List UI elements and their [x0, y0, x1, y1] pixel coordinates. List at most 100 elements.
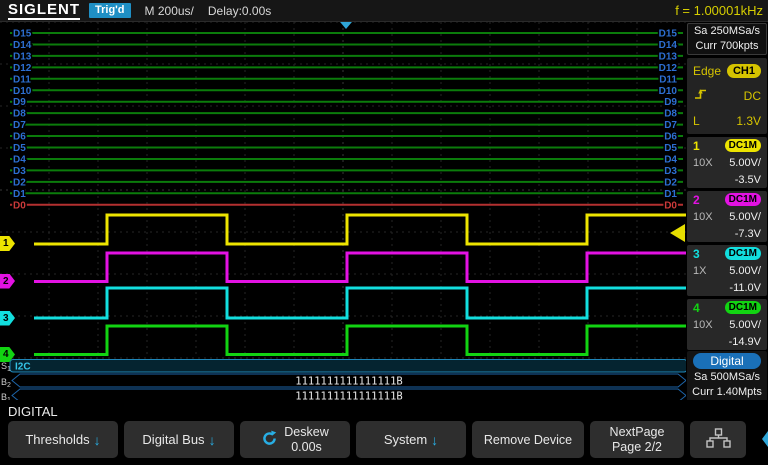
channel4-number: 4 [693, 301, 700, 315]
channel2-coupling-badge: DC1M [725, 193, 761, 206]
analog-trace-ch3 [34, 288, 686, 318]
channel1-info-box[interactable]: 1 DC1M 10X 5.00V/ -3.5V [687, 137, 767, 188]
digital-channel-label-right-D0[interactable]: D0 [664, 200, 677, 211]
remove-device-label: Remove Device [484, 433, 572, 447]
menu-title: DIGITAL [8, 404, 58, 419]
oscilloscope-screen: D15D15D14D14D13D13D12D12D11D11D10D10D9D9… [0, 0, 768, 465]
serial-decode-bar[interactable] [10, 360, 686, 373]
digital-channel-label-right-D14[interactable]: D14 [659, 40, 678, 51]
digital-channel-label-right-D10[interactable]: D10 [659, 86, 678, 97]
bottom-menu: DIGITAL Thresholds ↓ Digital Bus ↓ Deske… [0, 400, 768, 465]
sample-rate-readout: Sa 250MSa/s [688, 24, 766, 39]
digital-channel-label-right-D8[interactable]: D8 [664, 109, 677, 120]
menu-button-digital-bus[interactable]: Digital Bus ↓ [124, 421, 234, 458]
chevron-down-icon: ↓ [431, 432, 438, 448]
memory-depth-readout: Curr 700kpts [688, 39, 766, 54]
menu-button-remove-device[interactable]: Remove Device [472, 421, 584, 458]
network-icon [705, 428, 732, 451]
channel4-coupling-badge: DC1M [725, 301, 761, 314]
channel3-number: 3 [693, 247, 700, 261]
channel4-scale: 5.00V/ [729, 319, 761, 331]
menu-button-system[interactable]: System ↓ [356, 421, 466, 458]
timebase-readout[interactable]: M 200us/ [145, 4, 194, 18]
digital-channel-label-left-D9[interactable]: D9 [13, 97, 26, 108]
bus-marker-B2: B2 [1, 377, 11, 389]
trigger-type-label: Edge [693, 64, 721, 78]
digital-badge: Digital [693, 353, 761, 369]
top-bar: SIGLENT Trig'd M 200us/ Delay:0.00s f = … [0, 0, 768, 22]
delay-readout[interactable]: Delay:0.00s [208, 4, 271, 18]
nextpage-value: Page 2/2 [612, 440, 662, 455]
acquisition-info-box: Sa 250MSa/s Curr 700kpts [687, 23, 767, 55]
digital-channel-label-right-D9[interactable]: D9 [664, 97, 677, 108]
digital-channel-label-left-D8[interactable]: D8 [13, 109, 26, 120]
digital-channel-label-left-D14[interactable]: D14 [13, 40, 32, 51]
digital-channel-label-left-D0[interactable]: D0 [13, 200, 26, 211]
menu-button-deskew[interactable]: Deskew 0.00s [240, 421, 350, 458]
channel1-attenuation: 10X [693, 157, 713, 169]
digital-channel-label-left-D11[interactable]: D11 [13, 74, 31, 85]
menu-more-indicator[interactable] [762, 431, 768, 447]
digital-channel-label-left-D4[interactable]: D4 [13, 154, 26, 165]
digital-channel-label-right-D11[interactable]: D11 [659, 74, 677, 85]
digital-channel-label-right-D7[interactable]: D7 [664, 120, 677, 131]
trigger-coupling-label: DC [744, 89, 761, 103]
digital-channel-label-right-D12[interactable]: D12 [659, 63, 678, 74]
digital-channel-label-right-D2[interactable]: D2 [664, 177, 677, 188]
digital-bus-label: Digital Bus [142, 432, 204, 447]
digital-channel-label-right-D15[interactable]: D15 [659, 29, 678, 40]
system-label: System [384, 432, 427, 447]
menu-button-thresholds[interactable]: Thresholds ↓ [8, 421, 118, 458]
analog-trace-ch2 [34, 253, 686, 282]
digital-channel-label-left-D2[interactable]: D2 [13, 177, 26, 188]
channel4-attenuation: 10X [693, 319, 713, 331]
deskew-value: 0.00s [291, 440, 322, 455]
digital-channel-label-right-D4[interactable]: D4 [664, 154, 677, 165]
channel4-offset: -14.9V [729, 336, 761, 348]
channel1-number: 1 [693, 139, 700, 153]
digital-channel-label-left-D15[interactable]: D15 [13, 29, 32, 40]
digital-channel-label-right-D1[interactable]: D1 [664, 189, 677, 200]
channel3-coupling-badge: DC1M [725, 247, 761, 260]
channel2-offset: -7.3V [735, 228, 761, 240]
digital-channel-label-left-D3[interactable]: D3 [13, 166, 26, 177]
digital-channel-label-right-D6[interactable]: D6 [664, 132, 677, 143]
digital-channel-label-left-D13[interactable]: D13 [13, 51, 32, 62]
channel3-attenuation: 1X [693, 265, 706, 277]
digital-channel-label-right-D5[interactable]: D5 [664, 143, 677, 154]
channel3-scale: 5.00V/ [729, 265, 761, 277]
trigger-info-box[interactable]: Edge CH1 DC L 1.3V [687, 58, 767, 134]
channel1-coupling-badge: DC1M [725, 139, 761, 152]
thresholds-label: Thresholds [25, 432, 89, 447]
digital-channel-label-left-D6[interactable]: D6 [13, 132, 26, 143]
channel3-info-box[interactable]: 3 DC1M 1X 5.00V/ -11.0V [687, 245, 767, 296]
trigger-level-icon[interactable] [670, 224, 685, 242]
channel2-scale: 5.00V/ [729, 211, 761, 223]
chevron-down-icon: ↓ [209, 432, 216, 448]
channel3-offset: -11.0V [729, 282, 761, 294]
bus-value-B2: 1111111111111111B [295, 376, 402, 388]
rising-edge-icon [693, 86, 709, 105]
analog-trace-ch1 [34, 215, 686, 244]
waveform-display: D15D15D14D14D13D13D12D12D11D11D10D10D9D9… [0, 0, 686, 412]
digital-memory-depth: Curr 1.40Mpts [687, 385, 767, 400]
digital-channel-label-right-D13[interactable]: D13 [659, 51, 678, 62]
channel2-number: 2 [693, 193, 700, 207]
digital-channel-label-left-D1[interactable]: D1 [13, 189, 26, 200]
menu-button-network[interactable] [690, 421, 746, 458]
serial-decode-label: I2C [15, 362, 31, 373]
digital-channel-label-left-D10[interactable]: D10 [13, 86, 32, 97]
chevron-down-icon: ↓ [94, 432, 101, 448]
digital-channel-label-left-D5[interactable]: D5 [13, 143, 26, 154]
menu-button-nextpage[interactable]: NextPage Page 2/2 [590, 421, 684, 458]
channel4-info-box[interactable]: 4 DC1M 10X 5.00V/ -14.9V [687, 299, 767, 350]
frequency-counter: f = 1.00001kHz [675, 3, 763, 18]
digital-channel-label-right-D3[interactable]: D3 [664, 166, 677, 177]
digital-channel-label-left-D12[interactable]: D12 [13, 63, 32, 74]
digital-sample-rate: Sa 500MSa/s [687, 370, 767, 385]
channel1-scale: 5.00V/ [729, 157, 761, 169]
digital-channel-label-left-D7[interactable]: D7 [13, 120, 26, 131]
nextpage-label: NextPage [610, 425, 665, 440]
brand-logo: SIGLENT [8, 1, 80, 20]
channel2-info-box[interactable]: 2 DC1M 10X 5.00V/ -7.3V [687, 191, 767, 242]
